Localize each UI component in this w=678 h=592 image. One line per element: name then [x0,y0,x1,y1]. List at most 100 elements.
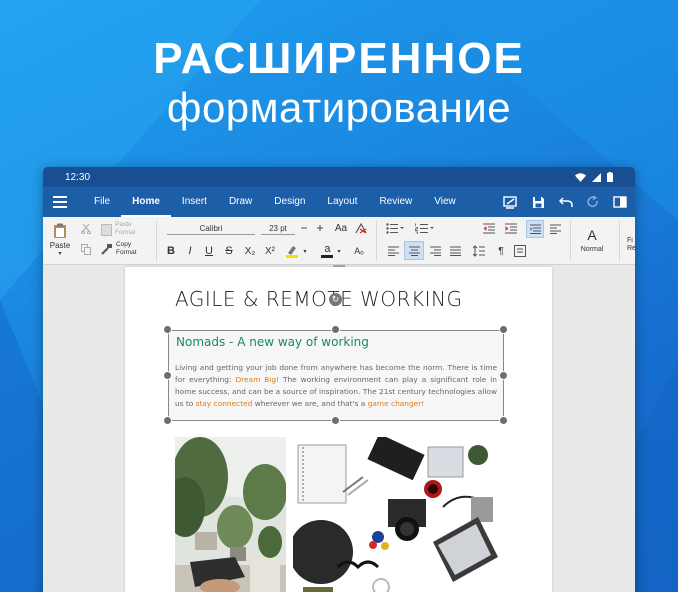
paste-format-label: Paste Format [115,221,136,236]
border-icon [529,224,541,234]
font-color-swatch [321,255,334,258]
underline-button[interactable]: U [203,245,215,257]
undo-icon[interactable] [559,196,573,208]
highlight-color-button[interactable]: ▾ [283,243,309,259]
highlight-text: Dream Big! [235,375,280,384]
text-box[interactable]: Nomads - A new way of working Living and… [168,330,504,421]
tablet-screen: 12:30 File Home Insert Draw Design Layou… [43,167,635,592]
align-right-icon[interactable] [430,246,441,256]
strikethrough-button[interactable]: S [223,245,235,257]
chevron-down-icon: ▾ [337,248,341,255]
paragraph-border-button[interactable] [526,220,544,238]
font-size-dropdown[interactable]: 23 pt [261,223,295,235]
wifi-icon [575,172,586,182]
style-normal-button[interactable]: A Normal [577,221,607,259]
body-text: wherever we are, and that's a [252,399,368,408]
line-spacing-icon[interactable] [473,245,485,257]
photo-desk-flatlay[interactable] [293,437,498,592]
style-normal-label: Normal [580,246,604,253]
signal-icon [592,172,601,182]
document-page[interactable]: AGILE & REMOTE WORKING Nomads - A new wa… [125,267,552,592]
paste-label: Paste [49,241,71,250]
status-icons [575,172,613,182]
document-canvas[interactable]: AGILE & REMOTE WORKING Nomads - A new wa… [43,265,635,592]
clear-formatting-icon[interactable] [355,223,367,234]
align-center-icon [408,246,420,256]
paragraph-settings-icon[interactable] [514,245,526,257]
decrease-indent-icon[interactable] [483,223,495,234]
decrease-font-button[interactable]: − [299,221,309,235]
resize-handle-top[interactable] [331,325,340,334]
resize-handle-top-left[interactable] [163,325,172,334]
increase-indent-icon[interactable] [505,223,517,234]
status-bar: 12:30 [43,167,635,187]
paste-button[interactable]: Paste ▾ [49,221,71,259]
bullet-list-icon[interactable] [386,223,404,234]
tab-layout[interactable]: Layout [316,187,368,217]
style-normal-preview: A [587,227,597,243]
copy-format-button[interactable]: Copy Format [101,241,144,257]
ribbon-divider [619,221,620,261]
resize-handle-bottom-right[interactable] [499,416,508,425]
ribbon-divider [376,221,377,261]
align-left-icon[interactable] [388,246,399,256]
resize-handle-top-right[interactable] [499,325,508,334]
chevron-down-icon: ▾ [303,248,307,255]
paste-format-button[interactable]: Paste Format [101,221,143,237]
tab-insert[interactable]: Insert [171,187,218,217]
font-color-button[interactable]: a ▾ [318,243,344,259]
hero-subtitle: форматирование [166,84,512,131]
tab-file[interactable]: File [83,187,121,217]
change-case-button[interactable]: Aa [333,222,349,234]
battery-icon [607,172,613,182]
shading-icon [549,224,561,234]
copy-icon[interactable] [81,244,91,255]
italic-button[interactable]: I [184,245,196,257]
format-painter-icon [101,244,112,255]
hamburger-menu-icon[interactable] [53,196,67,208]
rotate-handle-icon[interactable]: ↻ [329,293,342,306]
subscript-button[interactable]: X₂ [243,245,257,257]
photo-plants-laptop[interactable] [175,437,286,592]
pilcrow-icon[interactable]: ¶ [496,245,506,257]
redo-icon[interactable] [587,196,599,208]
clipboard-icon [54,223,66,238]
document-title[interactable]: AGILE & REMOTE WORKING [175,287,462,311]
hero-title: РАСШИРЕННОЕ [153,34,525,83]
align-center-button[interactable] [404,241,424,260]
bold-button[interactable]: B [165,245,177,257]
chevron-down-icon: ▾ [58,251,62,257]
presentation-mode-icon[interactable] [503,195,518,209]
home-ribbon: Paste ▾ Paste Format Copy Format Calibri… [43,217,635,265]
ribbon-divider [570,221,571,261]
superscript-button[interactable]: X² [263,245,277,257]
textbox-body[interactable]: Living and getting your job done from an… [175,362,497,410]
copy-format-label: Copy Format [116,241,137,256]
font-color-glyph: a [324,243,331,255]
reading-mode-icon[interactable] [613,196,627,208]
resize-handle-right[interactable] [499,371,508,380]
tab-home[interactable]: Home [121,187,171,217]
menu-tab-bar: File Home Insert Draw Design Layout Revi… [43,187,635,217]
text-effects-button[interactable]: Aₒ [351,245,367,257]
tab-design[interactable]: Design [263,187,316,217]
style-next-button[interactable]: Fi Re [625,235,635,255]
increase-font-button[interactable]: + [315,221,325,235]
resize-handle-bottom[interactable] [331,416,340,425]
paste-format-icon [101,223,112,236]
highlight-text: stay connected [195,399,253,408]
cut-icon[interactable] [81,224,91,234]
textbox-heading[interactable]: Nomads - A new way of working [176,335,369,349]
font-name-dropdown[interactable]: Calibri [167,223,255,235]
numbered-list-icon[interactable] [415,223,435,234]
highlight-text: game changer! [367,399,425,408]
resize-handle-left[interactable] [163,371,172,380]
tab-review[interactable]: Review [368,187,423,217]
shading-button[interactable] [548,223,562,235]
ribbon-divider [156,221,157,261]
save-icon[interactable] [532,196,545,209]
tab-view[interactable]: View [423,187,467,217]
justify-icon[interactable] [450,246,461,256]
resize-handle-bottom-left[interactable] [163,416,172,425]
tab-draw[interactable]: Draw [218,187,263,217]
